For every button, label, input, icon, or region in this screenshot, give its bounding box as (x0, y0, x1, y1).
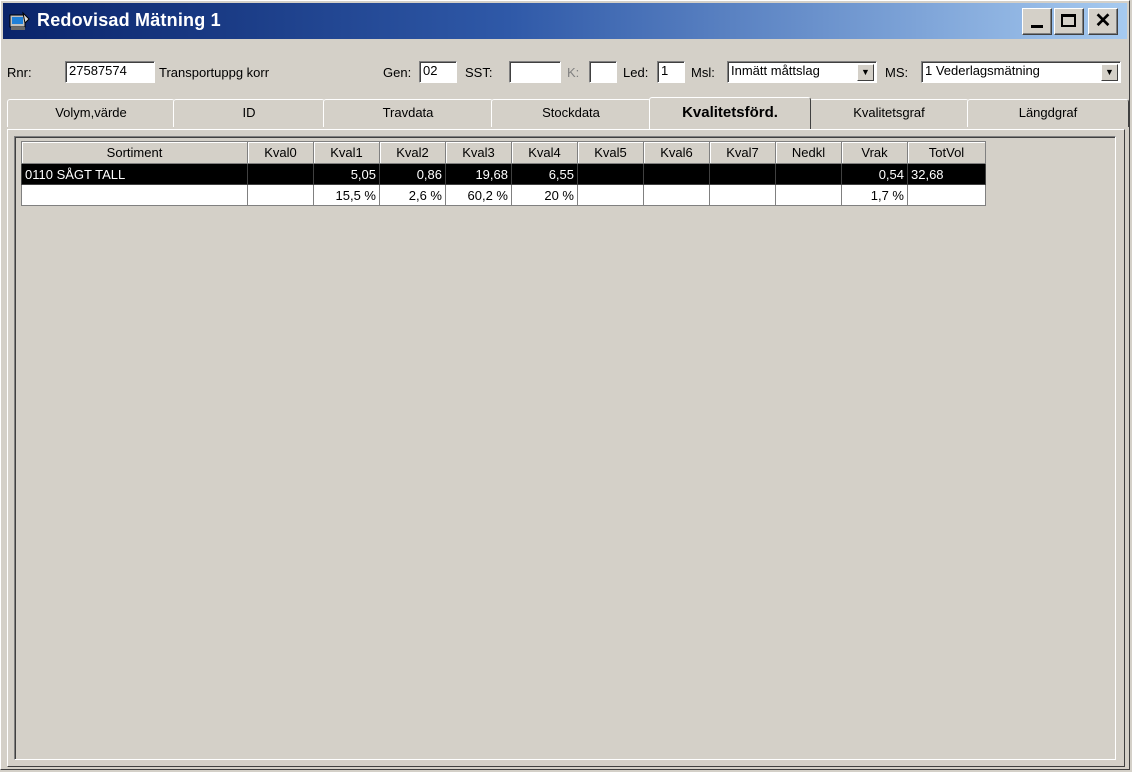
ms-dropdown[interactable]: 1 Vederlagsmätning ▼ (921, 61, 1121, 83)
column-header[interactable]: Kval3 (445, 141, 512, 164)
column-header[interactable]: Kval6 (643, 141, 710, 164)
tab-travdata[interactable]: Travdata (323, 99, 493, 127)
tab-kvalitetsgraf[interactable]: Kvalitetsgraf (809, 99, 969, 127)
transport-status-text: Transportuppg korr (159, 65, 270, 80)
rnr-label: Rnr: (7, 65, 32, 80)
column-header[interactable]: TotVol (907, 141, 986, 164)
column-header[interactable]: Kval1 (313, 141, 380, 164)
maximize-icon (1061, 14, 1076, 27)
k-field[interactable] (589, 61, 617, 83)
chevron-down-icon[interactable]: ▼ (857, 64, 874, 81)
column-header[interactable]: Kval0 (247, 141, 314, 164)
minimize-icon (1031, 25, 1043, 28)
tab-label: Kvalitetsförd. (682, 104, 778, 121)
app-icon (9, 11, 31, 31)
gen-field[interactable]: 02 (419, 61, 457, 83)
table-cell[interactable]: 15,5 % (313, 184, 380, 206)
tab-label: Travdata (382, 105, 434, 120)
table-cell[interactable] (247, 184, 314, 206)
column-header[interactable]: Kval2 (379, 141, 446, 164)
table-cell[interactable] (643, 184, 710, 206)
tab-label: Stockdata (542, 105, 600, 120)
table-cell[interactable]: 0,86 (379, 163, 446, 185)
gen-label: Gen: (383, 65, 412, 80)
close-icon: ✕ (1094, 10, 1112, 32)
table-cell[interactable]: 0110 SÅGT TALL (21, 163, 248, 185)
table-cell[interactable] (907, 184, 986, 206)
table-cell[interactable]: 5,05 (313, 163, 380, 185)
window-title: Redovisad Mätning 1 (37, 10, 221, 30)
table-cell[interactable]: 32,68 (907, 163, 986, 185)
table-cell[interactable] (643, 163, 710, 185)
table-cell[interactable] (775, 184, 842, 206)
tab-id[interactable]: ID (173, 99, 325, 127)
table-cell[interactable]: 6,55 (511, 163, 578, 185)
main-window: Redovisad Mätning 1 ✕ Rnr: 27587574 Tran… (0, 0, 1130, 770)
table-row[interactable]: 0110 SÅGT TALL 5,05 0,86 19,68 6,55 0,54… (21, 163, 986, 185)
quality-table: Sortiment Kval0 Kval1 Kval2 Kval3 Kval4 … (21, 141, 986, 206)
tab-volym-varde[interactable]: Volym,värde (7, 99, 175, 127)
table-row[interactable]: 15,5 % 2,6 % 60,2 % 20 % 1,7 % (21, 184, 986, 206)
tab-langdgraf[interactable]: Längdgraf (967, 99, 1129, 127)
maximize-button[interactable] (1054, 8, 1084, 35)
msl-label: Msl: (691, 65, 715, 80)
table-cell[interactable]: 2,6 % (379, 184, 446, 206)
table-cell[interactable] (709, 163, 776, 185)
tab-strip: Volym,värde ID Travdata Stockdata Kvalit… (7, 97, 1131, 129)
tab-label: Kvalitetsgraf (853, 105, 925, 120)
table-cell[interactable]: 0,54 (841, 163, 908, 185)
led-field[interactable]: 1 (657, 61, 685, 83)
column-header[interactable]: Sortiment (21, 141, 248, 164)
tab-label: Volym,värde (55, 105, 127, 120)
table-cell[interactable] (577, 163, 644, 185)
column-header[interactable]: Kval7 (709, 141, 776, 164)
column-header[interactable]: Kval4 (511, 141, 578, 164)
table-cell[interactable] (21, 184, 248, 206)
tab-kvalitetsford[interactable]: Kvalitetsförd. (649, 97, 811, 129)
table-cell[interactable] (775, 163, 842, 185)
rnr-field[interactable]: 27587574 (65, 61, 155, 83)
sst-field[interactable] (509, 61, 561, 83)
table-cell[interactable]: 19,68 (445, 163, 512, 185)
tab-label: ID (242, 105, 256, 120)
table-cell[interactable]: 20 % (511, 184, 578, 206)
title-bar[interactable]: Redovisad Mätning 1 ✕ (3, 3, 1127, 39)
minimize-button[interactable] (1022, 8, 1052, 35)
tab-panel: Sortiment Kval0 Kval1 Kval2 Kval3 Kval4 … (7, 129, 1125, 767)
ms-label: MS: (885, 65, 909, 80)
table-cell[interactable] (577, 184, 644, 206)
sst-label: SST: (465, 65, 493, 80)
table-cell[interactable]: 1,7 % (841, 184, 908, 206)
quality-grid-area: Sortiment Kval0 Kval1 Kval2 Kval3 Kval4 … (14, 136, 1116, 760)
tab-stockdata[interactable]: Stockdata (491, 99, 651, 127)
table-cell[interactable] (709, 184, 776, 206)
table-cell[interactable] (247, 163, 314, 185)
msl-dropdown-value: Inmätt måttslag (731, 63, 820, 78)
table-header-row: Sortiment Kval0 Kval1 Kval2 Kval3 Kval4 … (21, 141, 986, 164)
column-header[interactable]: Vrak (841, 141, 908, 164)
tab-label: Längdgraf (1018, 105, 1078, 120)
msl-dropdown[interactable]: Inmätt måttslag ▼ (727, 61, 877, 83)
ms-dropdown-value: 1 Vederlagsmätning (925, 63, 1040, 78)
k-label: K: (567, 65, 580, 80)
column-header[interactable]: Kval5 (577, 141, 644, 164)
led-label: Led: (623, 65, 649, 80)
close-button[interactable]: ✕ (1088, 8, 1118, 35)
chevron-down-icon[interactable]: ▼ (1101, 64, 1118, 81)
table-cell[interactable]: 60,2 % (445, 184, 512, 206)
column-header[interactable]: Nedkl (775, 141, 842, 164)
